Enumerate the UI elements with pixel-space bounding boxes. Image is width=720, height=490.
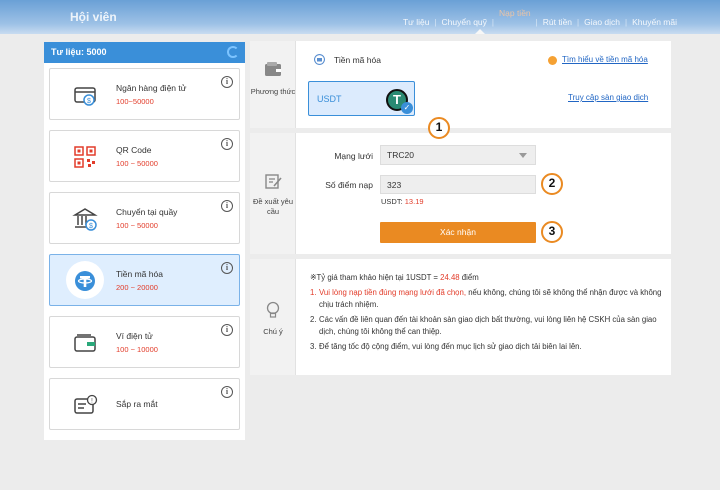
svg-text:$: $ bbox=[89, 223, 93, 230]
network-value: TRC20 bbox=[387, 150, 414, 160]
note-item: 2. Các vấn đề liên quan đến tài khoản sàn… bbox=[310, 314, 666, 338]
tether-coin-icon bbox=[75, 271, 95, 291]
rate-suffix: điểm bbox=[459, 273, 479, 282]
info-icon[interactable]: i bbox=[221, 138, 233, 150]
method-range: 100 ~ 50000 bbox=[116, 221, 158, 230]
method-side-column: Phương thức bbox=[250, 41, 296, 128]
method-counter-transfer[interactable]: $ Chuyển tại quầy 100 ~ 50000 i bbox=[49, 192, 240, 244]
top-header: Hội viên Tư liệu | Chuyển quỹ | Nạp tiền… bbox=[0, 0, 720, 34]
points-label: Số điểm nạp bbox=[325, 180, 373, 190]
note-text: Các vấn đề liên quan đến tài khoản sàn g… bbox=[319, 315, 657, 336]
method-panel: Phương thức Tiền mã hóa Tìm hiểu về tiền… bbox=[250, 41, 671, 128]
request-side-column: Đề xuất yêu cầu bbox=[250, 133, 296, 254]
nav-item-transactions[interactable]: Giao dịch bbox=[579, 17, 625, 27]
crypto-wallet-icon bbox=[314, 54, 325, 65]
rate-prefix: ※Tỷ giá tham khảo hiện tại 1USDT = bbox=[310, 273, 441, 282]
method-range: 100 ~ 50000 bbox=[116, 159, 158, 168]
method-crypto[interactable]: Tiền mã hóa 200 ~ 20000 i bbox=[49, 254, 240, 306]
learn-crypto-link[interactable]: Tìm hiểu về tiền mã hóa bbox=[562, 55, 648, 64]
exchange-rate: ※Tỷ giá tham khảo hiện tại 1USDT = 24.48… bbox=[310, 272, 666, 284]
note-number: 3. bbox=[310, 342, 317, 351]
notes-list: ※Tỷ giá tham khảo hiện tại 1USDT = 24.48… bbox=[310, 272, 666, 353]
usdt-conversion-label: USDT: bbox=[381, 197, 403, 206]
method-name: Ví điện tử bbox=[116, 331, 153, 341]
chevron-down-icon bbox=[519, 153, 527, 158]
usdt-conversion: USDT: 13.19 bbox=[381, 197, 424, 206]
wallet-icon bbox=[74, 334, 96, 352]
method-name: Tiền mã hóa bbox=[116, 269, 163, 279]
method-range: 100~50000 bbox=[116, 97, 154, 106]
qr-code-icon bbox=[74, 146, 96, 168]
lightbulb-icon bbox=[266, 301, 280, 318]
method-qr-code[interactable]: QR Code 100 ~ 50000 i bbox=[49, 130, 240, 182]
nav-item-withdraw[interactable]: Rút tiền bbox=[538, 17, 577, 27]
note-item: 3. Để tăng tốc độ cộng điểm, vui lòng đến… bbox=[310, 341, 666, 353]
info-icon[interactable]: i bbox=[221, 386, 233, 398]
coming-soon-icon: ! bbox=[74, 394, 98, 414]
confirm-button[interactable]: Xác nhận bbox=[380, 222, 536, 243]
step-marker-3: 3 bbox=[541, 221, 563, 243]
note-text: Để tăng tốc độ cộng điểm, vui lòng đến m… bbox=[319, 342, 582, 351]
top-nav: Tư liệu | Chuyển quỹ | Nạp tiền | Rút ti… bbox=[398, 8, 682, 27]
step-marker-1: 1 bbox=[428, 117, 450, 139]
nav-item-promotions[interactable]: Khuyến mãi bbox=[627, 17, 682, 27]
notes-side-label: Chú ý bbox=[263, 327, 283, 336]
exchange-link[interactable]: Truy cập sàn giao dịch bbox=[568, 93, 648, 102]
refresh-icon[interactable] bbox=[227, 46, 239, 58]
info-icon[interactable]: i bbox=[221, 262, 233, 274]
request-side-label: Đề xuất yêu cầu bbox=[252, 197, 294, 216]
note-number: 2. bbox=[310, 315, 317, 324]
info-icon[interactable]: i bbox=[221, 324, 233, 336]
nav-item-deposit[interactable]: Nạp tiền bbox=[494, 8, 536, 18]
note-item: 1. Vui lòng nạp tiền đúng mạng lưới đã ch… bbox=[310, 287, 666, 311]
method-name: Ngân hàng điện tử bbox=[116, 83, 187, 93]
note-number: 1. bbox=[310, 288, 317, 297]
points-input[interactable]: 323 bbox=[380, 175, 536, 194]
note-highlight: Vui lòng nạp tiền đúng mạng lưới đã chọn… bbox=[319, 288, 467, 297]
check-icon: ✓ bbox=[401, 102, 413, 114]
usdt-conversion-value: 13.19 bbox=[404, 197, 424, 206]
method-range: 200 ~ 20000 bbox=[116, 283, 158, 292]
method-side-label: Phương thức bbox=[250, 87, 296, 96]
method-ebanking[interactable]: $ Ngân hàng điện tử 100~50000 i bbox=[49, 68, 240, 120]
brand-title: Hội viên bbox=[70, 10, 117, 24]
wallet-card-icon bbox=[265, 62, 281, 76]
nav-item-profile[interactable]: Tư liệu bbox=[398, 17, 434, 27]
method-range: 100 ~ 10000 bbox=[116, 345, 158, 354]
method-name: Sắp ra mắt bbox=[116, 399, 158, 409]
nav-divider: | bbox=[491, 17, 494, 27]
svg-text:$: $ bbox=[87, 98, 91, 105]
bank-card-icon: $ bbox=[74, 87, 96, 106]
method-name: Chuyển tại quầy bbox=[116, 207, 178, 217]
bank-counter-icon: $ bbox=[72, 208, 98, 231]
usdt-option[interactable]: USDT T ✓ bbox=[308, 81, 415, 116]
info-icon[interactable]: i bbox=[221, 200, 233, 212]
step-marker-2: 2 bbox=[541, 173, 563, 195]
notes-panel: Chú ý ※Tỷ giá tham khảo hiện tại 1USDT =… bbox=[250, 259, 671, 375]
request-panel: Đề xuất yêu cầu Mạng lưới TRC20 Số điểm … bbox=[250, 133, 671, 254]
nav-item-transfer[interactable]: Chuyển quỹ bbox=[437, 17, 492, 27]
network-select[interactable]: TRC20 bbox=[380, 145, 536, 165]
usdt-label: USDT bbox=[317, 94, 342, 104]
notes-side-column: Chú ý bbox=[250, 259, 296, 375]
balance-label: Tư liệu: 5000 bbox=[51, 47, 107, 57]
method-ewallet[interactable]: Ví điện tử 100 ~ 10000 i bbox=[49, 316, 240, 368]
crypto-title: Tiền mã hóa bbox=[334, 55, 381, 65]
help-icon bbox=[548, 56, 557, 65]
rate-value: 24.48 bbox=[440, 273, 460, 282]
balance-header: Tư liệu: 5000 bbox=[44, 42, 245, 63]
network-label: Mạng lưới bbox=[334, 151, 373, 161]
method-name: QR Code bbox=[116, 145, 152, 155]
method-coming-soon[interactable]: ! Sắp ra mắt i bbox=[49, 378, 240, 430]
info-icon[interactable]: i bbox=[221, 76, 233, 88]
sidebar: Tư liệu: 5000 $ Ngân hàng điện tử 100~50… bbox=[44, 42, 245, 440]
active-nav-caret bbox=[475, 29, 485, 34]
edit-form-icon bbox=[265, 174, 282, 189]
